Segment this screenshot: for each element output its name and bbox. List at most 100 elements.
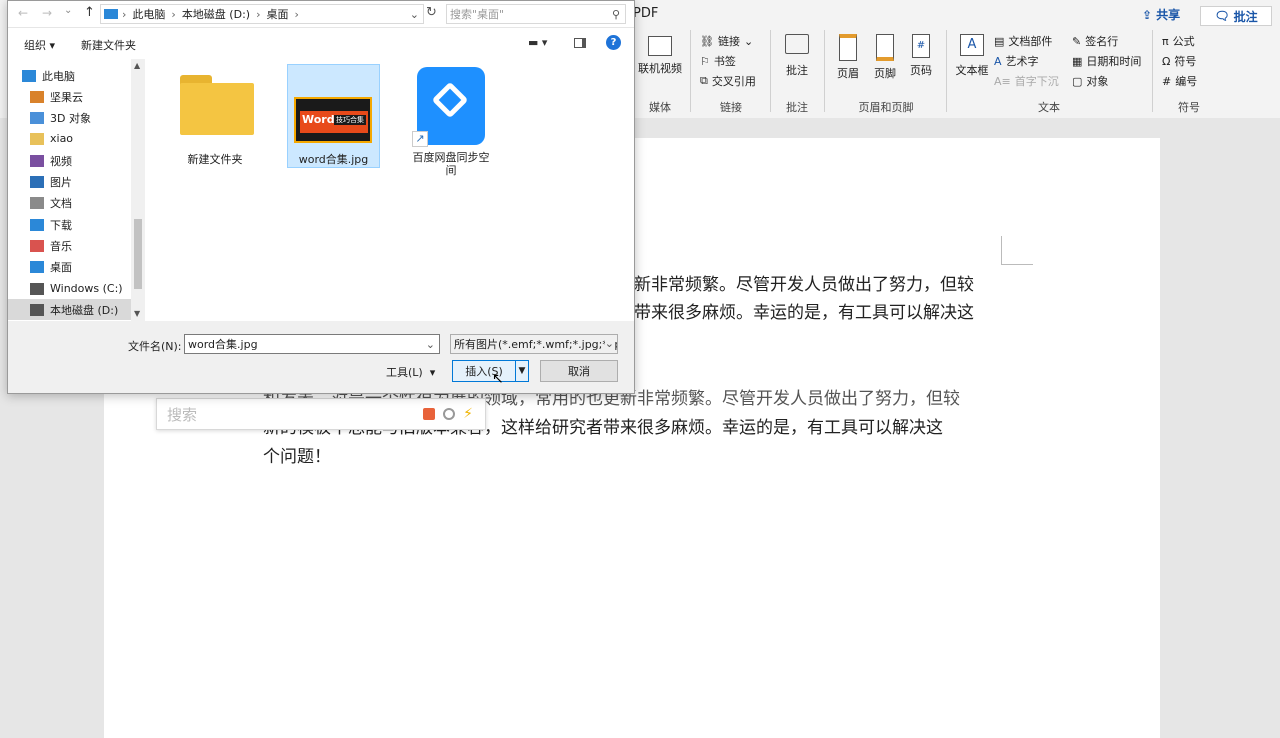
nav-item[interactable]: 图片 (30, 171, 140, 192)
help-icon[interactable]: ? (606, 35, 621, 50)
dropcap-button[interactable]: A≡ 首字下沉 (994, 73, 1059, 89)
scroll-up-icon[interactable]: ▲ (134, 61, 140, 70)
online-video-button[interactable]: 联机视频 (636, 36, 684, 76)
file-item-folder[interactable]: 新建文件夹 (168, 67, 262, 167)
nut-icon (30, 90, 44, 103)
dialog-bottom-pane: 文件名(N): word合集.jpg ⌄ 所有图片(*.emf;*.wmf;*.… (8, 321, 634, 393)
color-icon[interactable] (423, 408, 436, 420)
file-item-image-selected[interactable]: Word 技巧合集 word合集.jpg (287, 64, 380, 168)
new-comment-button[interactable]: 批注 (778, 34, 816, 78)
nav-item-label: Windows (C:) (50, 282, 123, 295)
download-icon (30, 218, 44, 231)
forward-arrow-icon[interactable]: → (42, 6, 52, 20)
search-icon: ⚲ (611, 7, 620, 21)
wordart-button[interactable]: A 艺术字 (994, 53, 1039, 69)
cancel-button[interactable]: 取消 (540, 360, 618, 382)
nav-item[interactable]: 桌面 (30, 256, 140, 277)
footer-icon (876, 34, 894, 61)
breadcrumb-separator: › (294, 7, 299, 21)
equation-button[interactable]: π 公式 (1162, 33, 1195, 49)
refresh-icon[interactable]: ↻ (426, 5, 437, 20)
address-dropdown-icon[interactable]: ⌄ (410, 8, 419, 21)
search-input[interactable]: 搜索"桌面" ⚲ (446, 4, 626, 24)
textbox-button[interactable]: A 文本框 (954, 34, 990, 78)
scroll-down-icon[interactable]: ▼ (134, 309, 140, 318)
music-icon (30, 239, 44, 252)
nav-item[interactable]: Windows (C:) (30, 278, 140, 299)
filetype-select[interactable]: 所有图片(*.emf;*.wmf;*.jpg;*.jp ⌄ (450, 334, 618, 354)
comment-icon: 🗨 (1214, 9, 1230, 23)
file-item-label: 百度网盘同步空间 (412, 151, 490, 177)
tools-menu[interactable]: 工具(L) ▾ (386, 364, 435, 380)
signature-line-button[interactable]: ✎ 签名行 (1072, 33, 1118, 49)
bookmark-button[interactable]: ⚐ 书签 (700, 53, 736, 69)
nav-item[interactable]: 本地磁盘 (D:) (8, 299, 131, 320)
new-folder-button[interactable]: 新建文件夹 (81, 37, 136, 53)
date-time-button[interactable]: ▦ 日期和时间 (1072, 53, 1141, 69)
comment-bubble-icon (785, 34, 809, 54)
nav-item[interactable]: 音乐 (30, 235, 140, 256)
quick-parts-icon: ▤ (994, 34, 1005, 48)
cube-icon (30, 111, 44, 124)
address-field[interactable]: › 此电脑 › 本地磁盘 (D:) › 桌面 › ⌄ (100, 4, 424, 24)
insert-dropdown-button[interactable]: ▼ (515, 360, 529, 382)
breadcrumb-desktop[interactable]: 桌面 (266, 6, 288, 22)
search-overlay-input[interactable]: 搜索 (167, 404, 423, 425)
group-label-comments: 批注 (786, 101, 808, 114)
nav-item[interactable]: 下载 (30, 214, 140, 235)
nav-scrollbar[interactable]: ▲ ▼ (131, 59, 145, 321)
search-overlay[interactable]: 搜索 ⚡ (156, 398, 486, 430)
chevron-down-icon[interactable]: ⌄ (426, 338, 435, 351)
nav-scrollbar-thumb[interactable] (134, 219, 142, 289)
nav-item[interactable]: 此电脑 (22, 65, 132, 86)
nav-item[interactable]: 3D 对象 (30, 107, 140, 128)
dialog-toolbar: 组织 ▾ 新建文件夹 ▬ ▾ ? (8, 28, 634, 58)
shortcut-arrow-icon: ↗ (412, 131, 428, 147)
image-thumbnail: Word 技巧合集 (294, 97, 372, 143)
folder-icon (180, 75, 254, 135)
cross-reference-icon: ⧉ (700, 74, 708, 87)
ribbon-separator (770, 30, 771, 112)
link-button[interactable]: ⛓ 链接 ⌄ (700, 33, 753, 49)
breadcrumb-this-pc[interactable]: 此电脑 (132, 6, 165, 22)
nav-item[interactable]: 视频 (30, 150, 140, 171)
omega-icon: Ω (1162, 54, 1171, 68)
back-arrow-icon[interactable]: ← (18, 6, 28, 20)
nav-item[interactable]: xiao (30, 128, 140, 149)
quick-parts-button[interactable]: ▤ 文档部件 (994, 33, 1052, 49)
nav-item[interactable]: 文档 (30, 192, 140, 213)
document-text-line: 个问题！ (263, 447, 331, 467)
organize-menu[interactable]: 组织 ▾ (24, 37, 55, 53)
chevron-down-icon: ▼ (518, 366, 526, 376)
drive-icon (30, 282, 44, 295)
footer-button[interactable]: 页脚 (871, 34, 899, 81)
nav-item-label: 视频 (50, 154, 72, 168)
thumbnail-subtext: 技巧合集 (334, 115, 366, 125)
insert-button[interactable]: 插入(S) (452, 360, 516, 382)
symbol-button[interactable]: Ω 符号 (1162, 53, 1196, 69)
group-label-text: 文本 (1038, 101, 1060, 114)
preview-pane-icon[interactable] (574, 38, 586, 48)
file-list-area: 新建文件夹 Word 技巧合集 word合集.jpg ↗ 百度网盘同步空间 (148, 59, 634, 321)
lightning-icon[interactable]: ⚡ (463, 406, 473, 422)
numbering-button[interactable]: # 编号 (1162, 73, 1197, 89)
file-item-shortcut[interactable]: ↗ 百度网盘同步空间 (404, 67, 498, 187)
recent-chevron-icon[interactable]: ⌄ (64, 5, 72, 16)
nav-item[interactable]: 坚果云 (30, 86, 140, 107)
comment-button[interactable]: 🗨 批注 (1200, 6, 1272, 26)
header-button[interactable]: 页眉 (834, 34, 862, 81)
up-arrow-icon[interactable]: ↑ (84, 5, 95, 20)
object-button[interactable]: ▢ 对象 (1072, 73, 1108, 89)
nav-item-label: 3D 对象 (50, 111, 91, 125)
view-options-icon[interactable]: ▬ ▾ (528, 36, 547, 49)
cross-reference-button[interactable]: ⧉ 交叉引用 (700, 73, 756, 89)
filename-input[interactable]: word合集.jpg ⌄ (184, 334, 440, 354)
share-button[interactable]: ⇪ 共享 (1142, 6, 1180, 23)
page-number-button[interactable]: # 页码 (907, 34, 935, 78)
document-text-line: 新非常频繁。尽管开发人员做出了努力，但较 (634, 275, 974, 295)
group-label-media: 媒体 (649, 101, 671, 114)
nav-item-label: 桌面 (50, 260, 72, 274)
breadcrumb-drive-d[interactable]: 本地磁盘 (D:) (182, 6, 250, 22)
nav-item-label: 图片 (50, 175, 72, 189)
settings-icon[interactable] (443, 408, 456, 420)
